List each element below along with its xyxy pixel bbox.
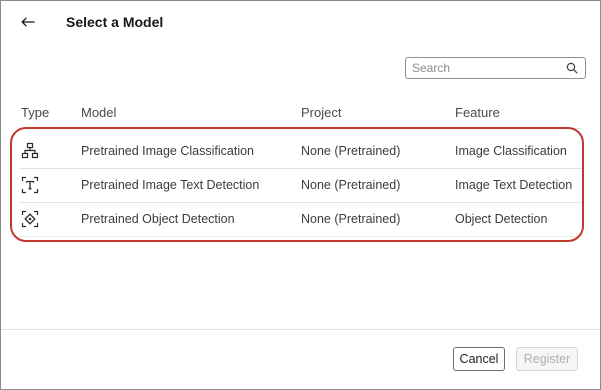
model-table-body: Pretrained Image Classification None (Pr… — [19, 135, 583, 237]
table-row-image-text-detection[interactable]: Pretrained Image Text Detection None (Pr… — [19, 169, 583, 203]
feature-name: Image Classification — [455, 144, 567, 158]
feature-name: Object Detection — [455, 212, 548, 226]
search-icon[interactable] — [566, 62, 578, 74]
column-header-project[interactable]: Project — [301, 105, 341, 120]
column-header-model[interactable]: Model — [81, 105, 116, 120]
object-detection-icon — [21, 210, 39, 228]
search-input[interactable] — [412, 60, 562, 76]
table-row-object-detection[interactable]: Pretrained Object Detection None (Pretra… — [19, 203, 583, 237]
text-detection-icon — [21, 176, 39, 194]
column-header-type[interactable]: Type — [21, 105, 49, 120]
footer-divider — [1, 329, 600, 330]
register-button[interactable]: Register — [516, 347, 578, 371]
select-model-dialog: Select a Model Type Model Project Featur… — [0, 0, 601, 390]
cancel-button[interactable]: Cancel — [453, 347, 505, 371]
dialog-title: Select a Model — [66, 14, 164, 30]
table-row-image-classification[interactable]: Pretrained Image Classification None (Pr… — [19, 135, 583, 169]
project-name: None (Pretrained) — [301, 178, 401, 192]
column-header-feature[interactable]: Feature — [455, 105, 500, 120]
hierarchy-icon — [21, 142, 39, 159]
arrow-left-icon — [21, 17, 35, 27]
project-name: None (Pretrained) — [301, 144, 401, 158]
project-name: None (Pretrained) — [301, 212, 401, 226]
feature-name: Image Text Detection — [455, 178, 573, 192]
back-button[interactable] — [17, 11, 39, 33]
dialog-header: Select a Model — [1, 1, 600, 45]
table-header-divider — [19, 128, 583, 129]
model-name: Pretrained Object Detection — [81, 212, 235, 226]
model-name: Pretrained Image Classification — [81, 144, 254, 158]
search-box[interactable] — [405, 57, 586, 79]
model-name: Pretrained Image Text Detection — [81, 178, 260, 192]
